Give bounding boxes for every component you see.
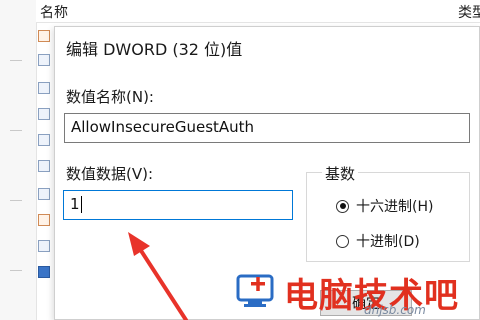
watermark-url: dnjsb.com — [364, 303, 426, 317]
watermark-logo-icon — [236, 274, 274, 307]
arrow-shaft — [136, 244, 188, 320]
arrow-head — [128, 232, 150, 256]
